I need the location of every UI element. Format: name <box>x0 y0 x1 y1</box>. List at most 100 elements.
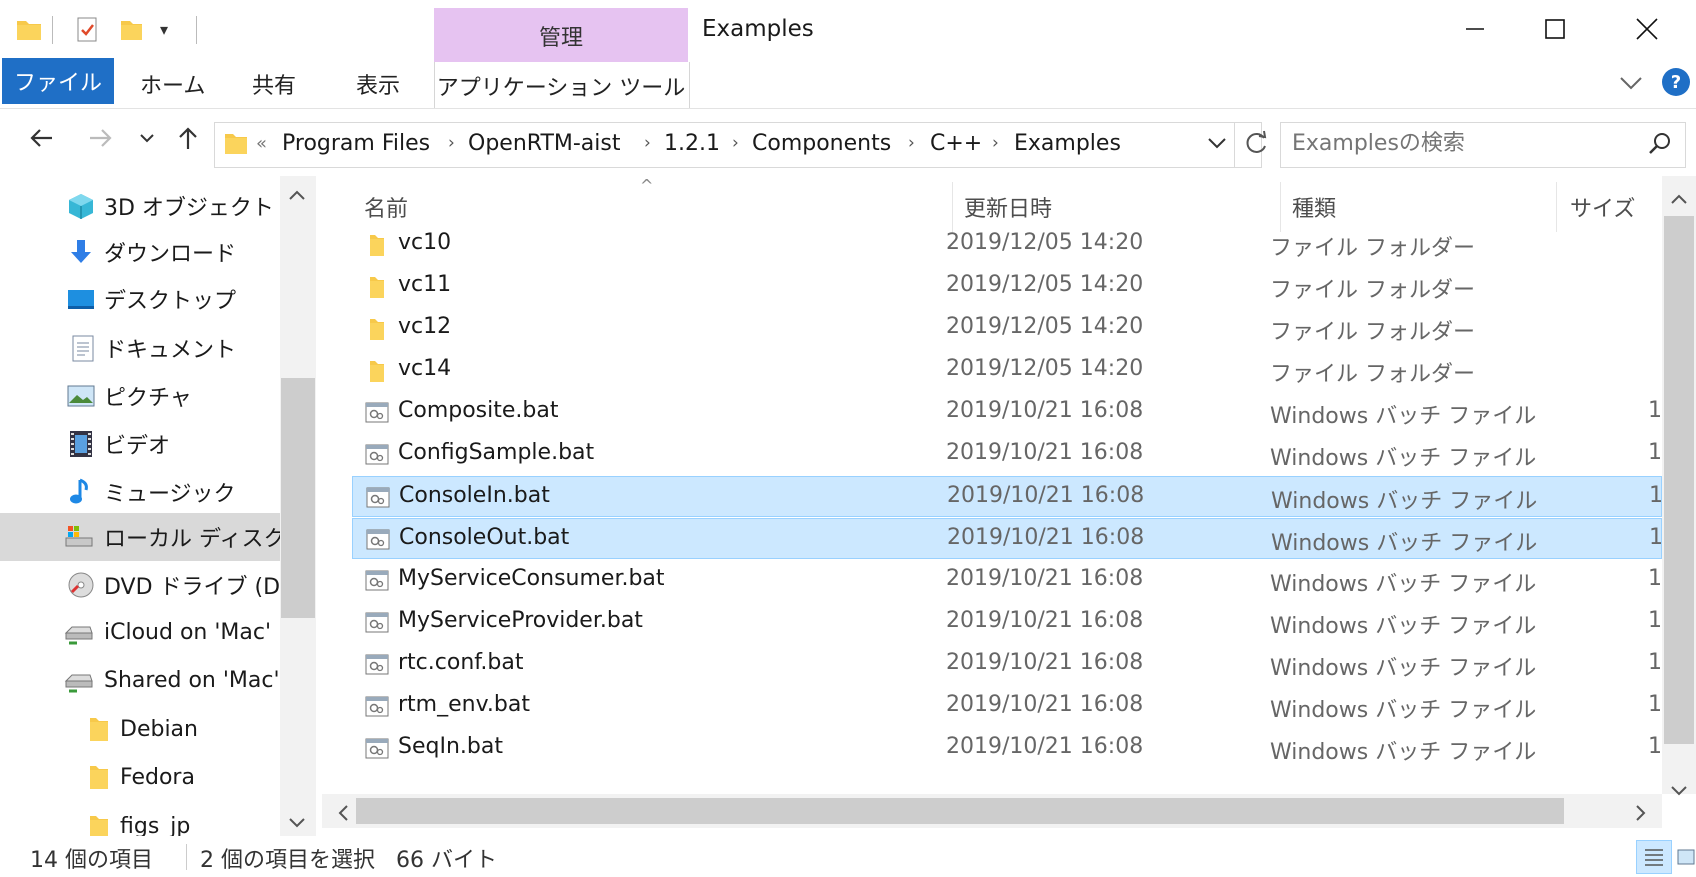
nav-item-icloud[interactable]: iCloud on 'Mac' <box>0 609 280 655</box>
table-row[interactable]: SeqIn.bat 2019/10/21 16:08 Windows バッチ ファイ… <box>352 728 1662 769</box>
nav-item-3d-objects[interactable]: 3D オブジェクト <box>0 183 280 229</box>
nav-scrollbar-thumb[interactable] <box>281 378 315 618</box>
nav-scroll-down-button[interactable] <box>286 814 308 836</box>
file-type: Windows バッチ ファイル <box>1270 572 1537 597</box>
details-view-button[interactable] <box>1636 840 1672 874</box>
maximize-button[interactable] <box>1524 0 1586 58</box>
nav-item-debian[interactable]: Debian <box>0 706 280 752</box>
table-row[interactable]: vc14 2019/12/05 14:20 ファイル フォルダー <box>352 350 1662 391</box>
nav-item-shared[interactable]: Shared on 'Mac' <box>0 657 280 703</box>
list-scroll-up-button[interactable] <box>1668 190 1690 212</box>
breadcrumb-item[interactable]: C++ <box>930 131 982 156</box>
breadcrumb-item[interactable]: Program Files <box>282 131 430 156</box>
table-row[interactable]: vc10 2019/12/05 14:20 ファイル フォルダー <box>352 224 1662 265</box>
table-row[interactable]: ConsoleOut.bat 2019/10/21 16:08 Windows バッ… <box>352 518 1663 559</box>
folder-icon[interactable] <box>14 14 44 44</box>
breadcrumb-separator-icon[interactable]: › <box>448 133 455 153</box>
chevron-down-icon <box>1208 138 1226 149</box>
file-name: rtc.conf.bat <box>398 650 524 675</box>
breadcrumb-item[interactable]: Components <box>752 131 891 156</box>
close-button[interactable] <box>1616 0 1678 58</box>
address-dropdown-button[interactable] <box>1206 130 1228 160</box>
folder-icon <box>90 718 108 741</box>
nav-item-downloads[interactable]: ダウンロード <box>0 229 280 275</box>
folder-icon <box>370 277 384 298</box>
nav-item-label: figs_jp <box>120 814 191 836</box>
column-header-type[interactable]: 種類 <box>1292 191 1336 223</box>
table-row[interactable]: Composite.bat 2019/10/21 16:08 Windows バッチ… <box>352 392 1662 433</box>
table-row[interactable]: rtc.conf.bat 2019/10/21 16:08 Windows バッチ … <box>352 644 1662 685</box>
breadcrumb-separator-icon[interactable]: › <box>732 133 739 153</box>
nav-item-videos[interactable]: ビデオ <box>0 421 280 467</box>
breadcrumb-item-current[interactable]: Examples <box>1014 131 1121 156</box>
table-row[interactable]: MyServiceConsumer.bat 2019/10/21 16:08 Win… <box>352 560 1662 601</box>
breadcrumb-separator-icon[interactable]: › <box>908 133 915 153</box>
documents-icon <box>72 335 94 362</box>
search-icon[interactable] <box>1646 130 1674 162</box>
list-scroll-right-button[interactable] <box>1632 802 1650 828</box>
nav-item-music[interactable]: ミュージック <box>0 469 280 515</box>
column-header-date[interactable]: 更新日時 <box>964 191 1052 223</box>
breadcrumb-overflow[interactable]: « <box>256 133 267 154</box>
nav-item-pictures[interactable]: ピクチャ <box>0 373 280 419</box>
table-row[interactable]: vc11 2019/12/05 14:20 ファイル フォルダー <box>352 266 1662 307</box>
forward-button[interactable] <box>86 124 114 159</box>
batch-file-icon <box>365 738 389 759</box>
file-size: 1 <box>1648 566 1662 591</box>
nav-item-label: iCloud on 'Mac' <box>104 619 271 645</box>
nav-scroll-up-button[interactable] <box>286 186 308 208</box>
file-name: MyServiceProvider.bat <box>398 608 643 633</box>
tab-application-tools[interactable]: アプリケーション ツール <box>434 70 688 102</box>
properties-icon[interactable] <box>72 14 102 44</box>
tab-file[interactable]: ファイル <box>2 58 114 104</box>
nav-item-figs-jp[interactable]: figs_jp <box>0 808 280 836</box>
file-name: vc12 <box>398 314 452 339</box>
list-scroll-left-button[interactable] <box>334 802 352 828</box>
nav-item-local-disk[interactable]: ローカル ディスク (C: <box>0 513 280 561</box>
breadcrumb-item[interactable]: 1.2.1 <box>664 131 720 156</box>
tab-home[interactable]: ホーム <box>140 68 205 100</box>
nav-item-fedora[interactable]: Fedora <box>0 754 280 800</box>
search-input[interactable] <box>1292 131 1622 156</box>
nav-item-label: DVD ドライブ (D:) <box>104 575 280 600</box>
batch-file-icon <box>366 487 390 508</box>
breadcrumb-separator-icon[interactable]: › <box>644 133 651 153</box>
batch-file-icon <box>365 696 389 717</box>
nav-item-desktop[interactable]: デスクトップ <box>0 276 280 322</box>
collapse-ribbon-icon[interactable] <box>1618 70 1644 102</box>
new-folder-icon[interactable] <box>116 14 146 44</box>
table-row[interactable]: ConsoleIn.bat 2019/10/21 16:08 Windows バッチ… <box>352 476 1663 517</box>
minimize-button[interactable] <box>1444 0 1506 58</box>
list-horizontal-scrollbar-thumb[interactable] <box>356 798 1564 824</box>
qat-divider <box>196 16 197 44</box>
column-header-name[interactable]: 名前 <box>364 191 408 223</box>
column-header-size[interactable]: サイズ <box>1570 191 1635 223</box>
back-button[interactable] <box>28 124 56 159</box>
chevron-down-icon <box>289 818 305 828</box>
refresh-button[interactable] <box>1242 128 1270 162</box>
tab-share[interactable]: 共有 <box>252 68 296 100</box>
file-size: 1 <box>1649 525 1663 550</box>
table-row[interactable]: vc12 2019/12/05 14:20 ファイル フォルダー <box>352 308 1662 349</box>
nav-item-dvd-drive[interactable]: DVD ドライブ (D:) <box>0 562 280 608</box>
customize-qat-icon[interactable]: ▾ <box>160 20 168 39</box>
help-icon[interactable]: ? <box>1662 68 1690 96</box>
list-vertical-scrollbar-thumb[interactable] <box>1664 216 1694 744</box>
table-row[interactable]: MyServiceProvider.bat 2019/10/21 16:08 Win… <box>352 602 1662 643</box>
breadcrumb-item[interactable]: OpenRTM-aist <box>468 131 621 156</box>
table-row[interactable]: ConfigSample.bat 2019/10/21 16:08 Windows … <box>352 434 1662 475</box>
list-scroll-down-button[interactable] <box>1668 782 1690 804</box>
table-row[interactable]: rtm_env.bat 2019/10/21 16:08 Windows バッチ フ… <box>352 686 1662 727</box>
file-name: ConfigSample.bat <box>398 440 595 465</box>
address-divider <box>1234 122 1235 168</box>
nav-item-label: ローカル ディスク (C: <box>104 527 280 552</box>
up-button[interactable] <box>174 124 202 159</box>
nav-item-label: Debian <box>120 716 198 742</box>
recent-locations-button[interactable] <box>138 124 156 159</box>
nav-item-documents[interactable]: ドキュメント <box>0 325 280 371</box>
tab-view[interactable]: 表示 <box>356 68 400 100</box>
file-type: ファイル フォルダー <box>1270 278 1475 303</box>
large-icons-view-button[interactable] <box>1676 842 1696 872</box>
breadcrumb-separator-icon[interactable]: › <box>992 133 999 153</box>
file-date: 2019/10/21 16:08 <box>946 650 1144 675</box>
